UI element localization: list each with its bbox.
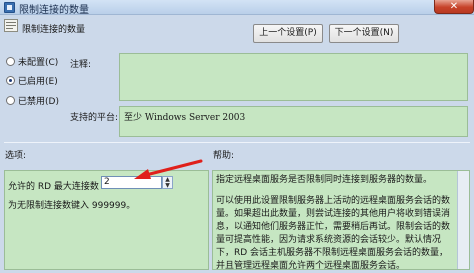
annotation-arrow (134, 159, 203, 179)
